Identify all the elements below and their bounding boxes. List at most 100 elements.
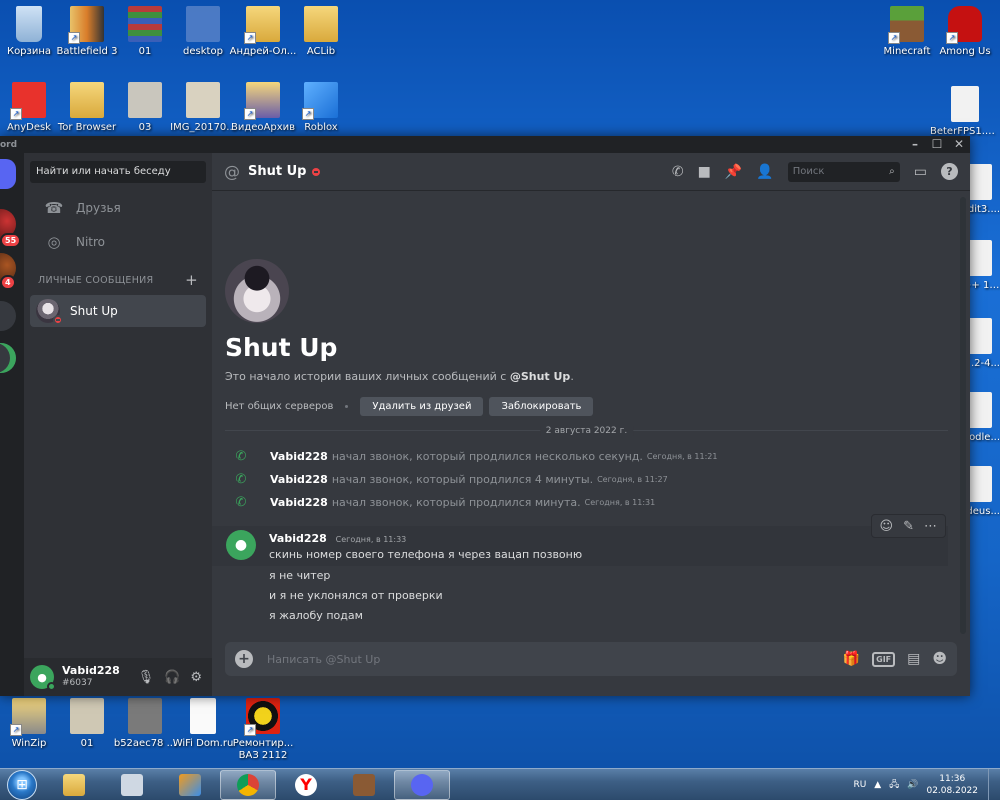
server-rail: 55 4 [0, 153, 24, 696]
message-text: скинь номер своего телефона я через ваца… [269, 548, 583, 561]
voice-call-icon[interactable]: ✆ [672, 164, 684, 180]
add-friend-icon[interactable]: 👤 [756, 164, 773, 180]
online-status-icon [47, 682, 56, 691]
taskbar-yandex[interactable]: Y [278, 770, 334, 800]
gear-icon[interactable]: ⚙ [190, 670, 202, 685]
message-actions: ☺ ✎ ⋯ [870, 514, 946, 538]
roblox-icon [302, 82, 338, 120]
inbox-icon[interactable]: ▭ [914, 164, 927, 180]
taskbar-calculator[interactable] [104, 770, 160, 800]
message-text: и я не уклонялся от проверки [269, 589, 443, 602]
user-avatar[interactable]: ● [30, 665, 56, 691]
dm-item-name: Shut Up [70, 304, 118, 318]
show-desktop-button[interactable] [988, 768, 1000, 800]
among-us-icon [946, 6, 982, 44]
maximize-icon[interactable]: ☐ [926, 136, 948, 153]
dm-intro: Shut Up Это начало истории ваших личных … [225, 259, 599, 416]
start-button[interactable]: ⊞ [0, 769, 44, 800]
taskbar-discord[interactable] [394, 769, 450, 800]
find-conversation-button[interactable]: Найти или начать беседу [30, 161, 206, 183]
desktop-icon-beterfps[interactable]: BeterFPS1.9.... [930, 86, 1000, 138]
edit-icon[interactable]: ✎ [903, 519, 914, 534]
dm-header-label: ЛИЧНЫЕ СООБЩЕНИЯ [38, 274, 154, 286]
language-indicator[interactable]: RU [853, 780, 866, 790]
block-button[interactable]: Заблокировать [489, 397, 594, 416]
create-dm-icon[interactable]: + [185, 271, 198, 289]
desktop-icon-label: Ремонтир... ВАЗ 2112 [232, 738, 294, 761]
minimize-icon[interactable]: – [904, 136, 926, 153]
remove-friend-button[interactable]: Удалить из друзей [360, 397, 484, 416]
home-icon[interactable] [0, 159, 16, 189]
gift-icon[interactable]: 🎁 [843, 651, 860, 667]
clock[interactable]: 11:36 02.08.2022 [926, 773, 978, 797]
call-author[interactable]: Vabid228 [270, 450, 328, 463]
microphone-icon[interactable]: 🎙 [138, 670, 155, 685]
taskbar-app[interactable] [162, 770, 218, 800]
dnd-status-icon [312, 167, 321, 176]
friends-icon: ☎ [44, 199, 64, 217]
headphones-icon[interactable]: 🎧 [164, 670, 180, 685]
desktop-icon-roblox[interactable]: Roblox [286, 82, 356, 134]
system-tray: RU ▲ 🖧 🔊 11:36 02.08.2022 [853, 773, 988, 797]
call-message: ✆ Vabid228 начал звонок, который продлил… [212, 491, 948, 513]
volume-icon[interactable]: 🔊 [907, 780, 918, 790]
call-author[interactable]: Vabid228 [270, 496, 328, 509]
nitro-icon: ◎ [47, 233, 61, 251]
add-reaction-icon[interactable]: ☺ [880, 519, 894, 534]
call-author[interactable]: Vabid228 [270, 473, 328, 486]
document-icon [128, 82, 162, 118]
discord-logo-icon: ● [37, 670, 47, 684]
pin-icon[interactable]: 📌 [725, 164, 742, 180]
message-text: я жалобу подам [269, 609, 363, 622]
close-icon[interactable]: ✕ [948, 136, 970, 153]
attach-icon[interactable]: + [235, 650, 253, 668]
call-timestamp: Сегодня, в 11:27 [597, 474, 668, 484]
gif-button[interactable]: GIF [872, 651, 896, 667]
desktop-icon-label: ACLib [306, 46, 336, 57]
date-divider: 2 августа 2022 г. [225, 426, 948, 436]
message-header: Vabid228 Сегодня, в 11:33 [269, 532, 406, 545]
dm-item-shut-up[interactable]: Shut Up [30, 295, 206, 327]
tray-expand-icon[interactable]: ▲ [874, 780, 881, 790]
message-composer[interactable]: + Написать @Shut Up 🎁 GIF ▤ ☻ [225, 642, 957, 676]
folder-icon [244, 6, 280, 44]
search-input[interactable]: Поиск ⌕ [787, 161, 900, 182]
call-text: начал звонок, который продлился 4 минуты… [331, 472, 594, 486]
minecraft-icon [888, 6, 924, 44]
add-server-icon[interactable] [0, 301, 16, 331]
calculator-icon [121, 773, 143, 796]
network-icon[interactable]: 🖧 [889, 777, 899, 793]
explore-servers-icon[interactable] [0, 343, 16, 373]
image-icon [186, 82, 220, 118]
emoji-icon[interactable]: ☻ [932, 651, 947, 667]
intro-subtitle: Это начало истории ваших личных сообщени… [225, 370, 599, 383]
chat-title: Shut Up [248, 164, 307, 179]
file-icon [968, 240, 992, 276]
scrollbar[interactable] [960, 197, 966, 634]
sticker-icon[interactable]: ▤ [907, 651, 920, 667]
message-text: я не читер [269, 569, 331, 582]
message: ● Vabid228 Сегодня, в 11:33 скинь номер … [212, 514, 948, 566]
taskbar-explorer[interactable] [46, 770, 102, 800]
discord-icon [411, 773, 433, 796]
window-title: ord [0, 139, 18, 150]
sidebar-item-nitro[interactable]: ◎ Nitro [30, 225, 206, 259]
taskbar-minecraft[interactable] [336, 770, 392, 800]
taskbar-chrome[interactable] [220, 769, 276, 800]
help-icon[interactable]: ? [941, 163, 958, 180]
avatar[interactable]: ● [226, 530, 256, 560]
avatar [36, 299, 63, 325]
folder-icon [244, 82, 280, 120]
more-icon[interactable]: ⋯ [924, 519, 937, 534]
dnd-status-icon [53, 315, 63, 325]
sidebar-item-friends[interactable]: ☎ Друзья [30, 191, 206, 225]
jar-file-icon [951, 86, 979, 122]
desktop-icon-remont[interactable]: Ремонтир... ВАЗ 2112 [228, 698, 298, 762]
message-input[interactable]: Написать @Shut Up [267, 653, 380, 666]
avatar [225, 259, 289, 323]
desktop-icon-aclib[interactable]: ACLib [286, 6, 356, 58]
sidebar-item-label: Nitro [76, 235, 106, 249]
video-call-icon[interactable]: ■ [698, 164, 711, 180]
message-author[interactable]: Vabid228 [269, 532, 327, 545]
desktop-icon-amongus[interactable]: Among Us [930, 6, 1000, 58]
